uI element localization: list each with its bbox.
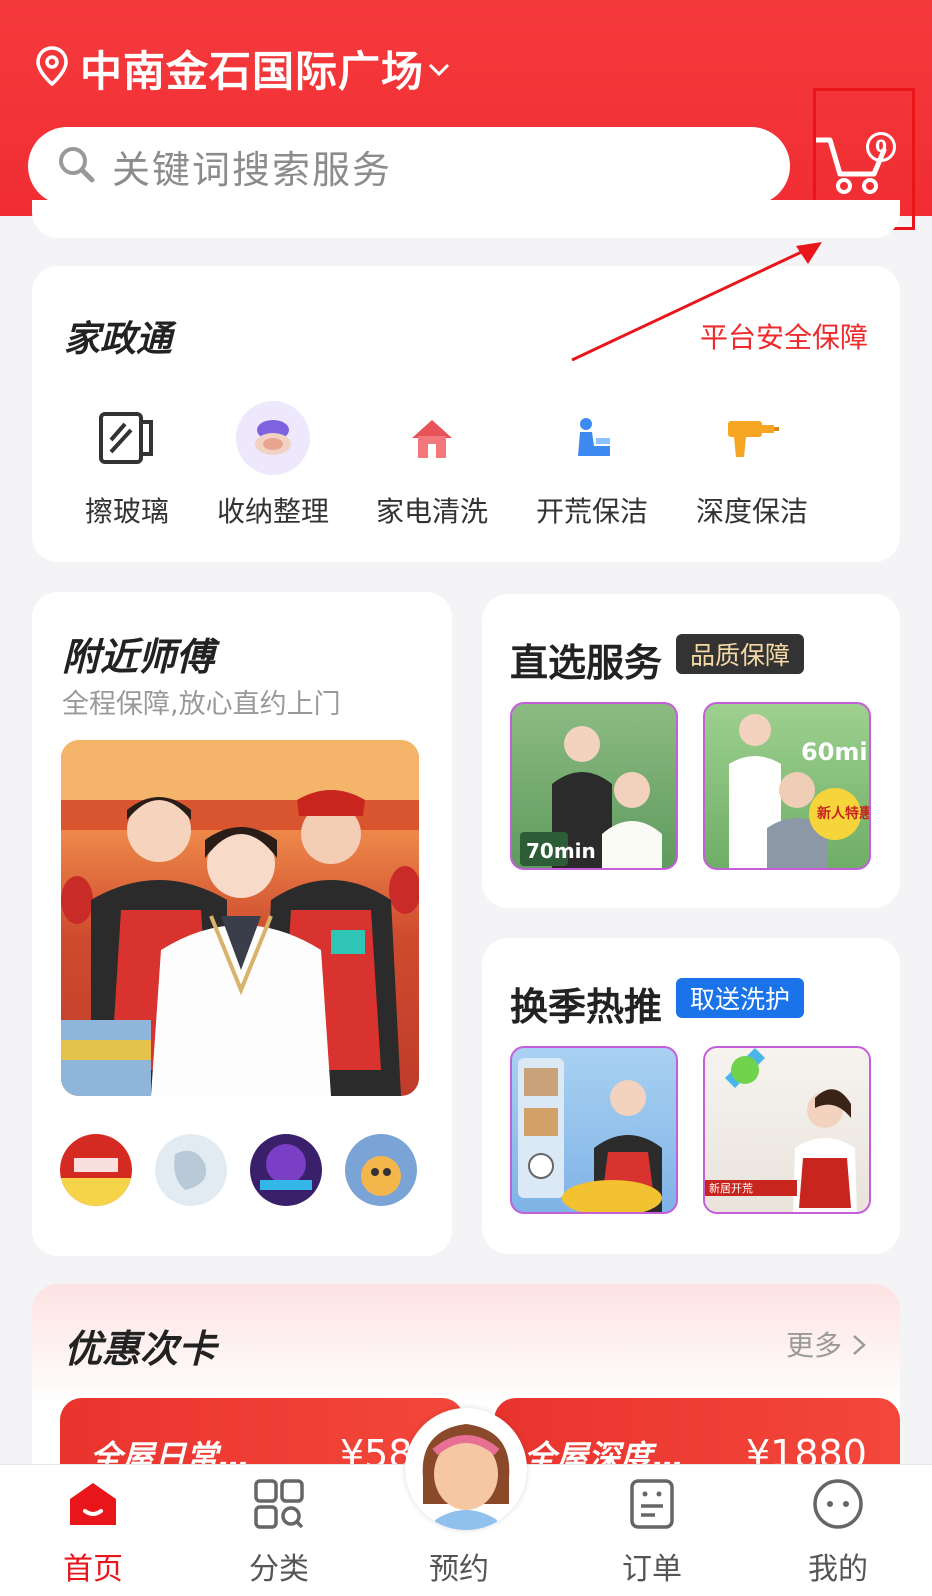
- nearby-workers-image[interactable]: [61, 740, 419, 1096]
- nav-booking[interactable]: 预约: [399, 1476, 519, 1588]
- search-icon: [56, 144, 96, 188]
- nav-profile[interactable]: 我的: [778, 1476, 898, 1588]
- nav-label: 订单: [622, 1552, 682, 1587]
- promo-label: 新人特惠: [817, 805, 871, 822]
- service-label: 开荒保洁: [535, 495, 648, 528]
- service-label: 收纳整理: [216, 495, 329, 528]
- chevron-right-icon: [852, 1330, 866, 1363]
- order-list-icon: [624, 1476, 680, 1532]
- jiazheng-title: 家政通: [64, 319, 173, 360]
- direct-service-thumb-1[interactable]: 70min: [510, 702, 678, 870]
- discount-title: 优惠次卡: [64, 1327, 217, 1371]
- seasonal-thumb-1[interactable]: [510, 1046, 678, 1214]
- thumb-caption: 新居开荒: [709, 1181, 753, 1195]
- service-item-storage[interactable]: 收纳整理: [203, 400, 343, 530]
- location-selector[interactable]: 中南金石国际广场: [36, 40, 450, 96]
- partner-avatar-1[interactable]: [60, 1134, 132, 1206]
- pickup-laundry-badge: 取送洗护: [676, 978, 805, 1018]
- search-placeholder: 关键词搜索服务: [112, 147, 393, 192]
- quality-badge: 品质保障: [676, 634, 805, 674]
- partner-avatar-2[interactable]: [155, 1134, 227, 1206]
- location-label: 中南金石国际广场: [80, 46, 425, 96]
- service-item-deep-clean-new[interactable]: 开荒保洁: [522, 400, 662, 530]
- nearby-subtitle: 全程保障,放心直约上门: [62, 689, 341, 720]
- nearby-title: 附近师傅: [62, 635, 215, 679]
- partner-avatar-4[interactable]: [345, 1134, 417, 1206]
- glass-wipe-icon: [89, 400, 165, 476]
- nav-orders[interactable]: 订单: [592, 1476, 712, 1588]
- search-input[interactable]: 关键词搜索服务: [28, 127, 790, 205]
- nav-home[interactable]: 首页: [33, 1476, 153, 1588]
- service-label: 擦玻璃: [84, 495, 169, 528]
- discount-more-link[interactable]: 更多: [786, 1324, 866, 1364]
- storage-icon: [235, 400, 311, 476]
- seasonal-title: 换季热推: [510, 985, 663, 1029]
- nav-label: 我的: [808, 1552, 868, 1587]
- duration-tag: 60min: [801, 738, 871, 766]
- partner-avatar-3[interactable]: [250, 1134, 322, 1206]
- direct-service-thumb-2[interactable]: 60min 新人特惠: [703, 702, 871, 870]
- direct-service-title: 直选服务: [510, 641, 663, 685]
- service-item-glass[interactable]: 擦玻璃: [57, 400, 197, 530]
- grid-icon: [251, 1476, 307, 1532]
- house-icon: [394, 400, 470, 476]
- seasonal-thumb-2[interactable]: 新居开荒: [703, 1046, 871, 1214]
- annotation-arrow: [571, 242, 822, 362]
- nav-category[interactable]: 分类: [219, 1476, 339, 1588]
- nav-label: 预约: [429, 1552, 489, 1587]
- nav-label: 分类: [249, 1552, 309, 1587]
- service-label: 家电清洗: [375, 495, 488, 528]
- location-pin-icon: [36, 46, 68, 90]
- chevron-down-icon: [428, 62, 450, 81]
- worker-icon: [554, 400, 630, 476]
- service-label: 深度保洁: [695, 495, 808, 528]
- home-icon: [65, 1476, 121, 1532]
- nav-label: 首页: [63, 1552, 123, 1587]
- service-item-appliance[interactable]: 家电清洗: [362, 400, 502, 530]
- more-label: 更多: [786, 1329, 843, 1362]
- duration-tag: 70min: [526, 839, 596, 863]
- profile-face-icon: [810, 1476, 866, 1532]
- drill-icon: [714, 400, 790, 476]
- service-item-deep-clean[interactable]: 深度保洁: [682, 400, 822, 530]
